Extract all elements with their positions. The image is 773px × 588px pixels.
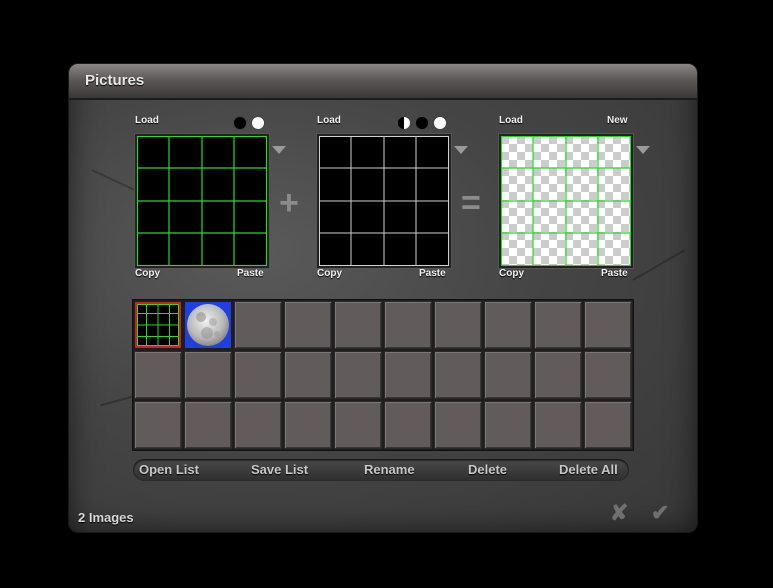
delete-button[interactable]: Delete	[468, 462, 507, 477]
image-slot-empty[interactable]	[585, 302, 631, 348]
copy-button-3[interactable]: Copy	[499, 268, 524, 279]
black-dot-icon[interactable]	[233, 116, 247, 130]
plus-operator: +	[279, 184, 299, 222]
x-icon[interactable]: ✘	[610, 500, 628, 526]
image-slot-empty[interactable]	[335, 302, 381, 348]
image-slot-filled[interactable]	[135, 302, 181, 348]
image-slot-empty[interactable]	[385, 302, 431, 348]
paste-button-2[interactable]: Paste	[419, 268, 446, 279]
window-title: Pictures	[85, 72, 145, 89]
equals-operator: =	[461, 184, 481, 222]
image-slot-empty[interactable]	[535, 402, 581, 448]
chevron-down-icon[interactable]	[454, 146, 468, 154]
texture-crack	[632, 249, 686, 281]
result-image[interactable]	[499, 134, 633, 268]
image-slot-empty[interactable]	[435, 352, 481, 398]
image-slot-empty[interactable]	[235, 302, 281, 348]
image-slot-empty[interactable]	[135, 402, 181, 448]
image-slot-empty[interactable]	[385, 402, 431, 448]
chevron-down-icon[interactable]	[272, 146, 286, 154]
image-count-status: 2 Images	[78, 510, 134, 525]
white-grid-preview	[319, 136, 449, 266]
load-button-1[interactable]: Load	[135, 115, 159, 126]
source-image-2[interactable]	[317, 134, 451, 268]
load-button-3[interactable]: Load	[499, 115, 523, 126]
image-slot-filled[interactable]	[185, 302, 231, 348]
image-list-grid	[132, 299, 634, 451]
load-button-2[interactable]: Load	[317, 115, 341, 126]
pictures-dialog: Pictures Load Copy Paste + Load Copy Pas…	[69, 64, 697, 532]
image-slot-empty[interactable]	[285, 302, 331, 348]
image-slot-empty[interactable]	[285, 402, 331, 448]
white-dot-icon[interactable]	[433, 116, 447, 130]
image-slot-empty[interactable]	[185, 352, 231, 398]
image-slot-empty[interactable]	[485, 402, 531, 448]
copy-button-2[interactable]: Copy	[317, 268, 342, 279]
image-slot-empty[interactable]	[435, 402, 481, 448]
chevron-down-icon[interactable]	[636, 146, 650, 154]
green-grid-preview	[137, 136, 267, 266]
moon-thumbnail	[187, 304, 229, 346]
image-slot-empty[interactable]	[485, 352, 531, 398]
source-image-1[interactable]	[135, 134, 269, 268]
title-bar[interactable]: Pictures	[69, 64, 697, 100]
image-slot-empty[interactable]	[285, 352, 331, 398]
image-slot-empty[interactable]	[535, 352, 581, 398]
image-slot-empty[interactable]	[485, 302, 531, 348]
checker-grid-preview	[501, 136, 631, 266]
paste-button-1[interactable]: Paste	[237, 268, 264, 279]
image-slot-empty[interactable]	[535, 302, 581, 348]
image-slot-empty[interactable]	[585, 402, 631, 448]
green-grid-thumbnail	[137, 304, 179, 346]
half-dot-icon[interactable]	[397, 116, 411, 130]
white-dot-icon[interactable]	[251, 116, 265, 130]
black-dot-icon[interactable]	[415, 116, 429, 130]
copy-button-1[interactable]: Copy	[135, 268, 160, 279]
image-slot-empty[interactable]	[135, 352, 181, 398]
image-slot-empty[interactable]	[235, 352, 281, 398]
paste-button-3[interactable]: Paste	[601, 268, 628, 279]
image-slot-empty[interactable]	[235, 402, 281, 448]
image-slot-empty[interactable]	[335, 402, 381, 448]
image-slot-empty[interactable]	[185, 402, 231, 448]
check-icon[interactable]: ✔	[651, 500, 669, 526]
open-list-button[interactable]: Open List	[139, 462, 199, 477]
rename-button[interactable]: Rename	[364, 462, 415, 477]
new-button[interactable]: New	[607, 115, 628, 126]
list-toolbar: Open List Save List Rename Delete Delete…	[133, 459, 629, 481]
delete-all-button[interactable]: Delete All	[559, 462, 618, 477]
image-slot-empty[interactable]	[385, 352, 431, 398]
save-list-button[interactable]: Save List	[251, 462, 308, 477]
image-slot-empty[interactable]	[435, 302, 481, 348]
image-slot-empty[interactable]	[585, 352, 631, 398]
image-slot-empty[interactable]	[335, 352, 381, 398]
